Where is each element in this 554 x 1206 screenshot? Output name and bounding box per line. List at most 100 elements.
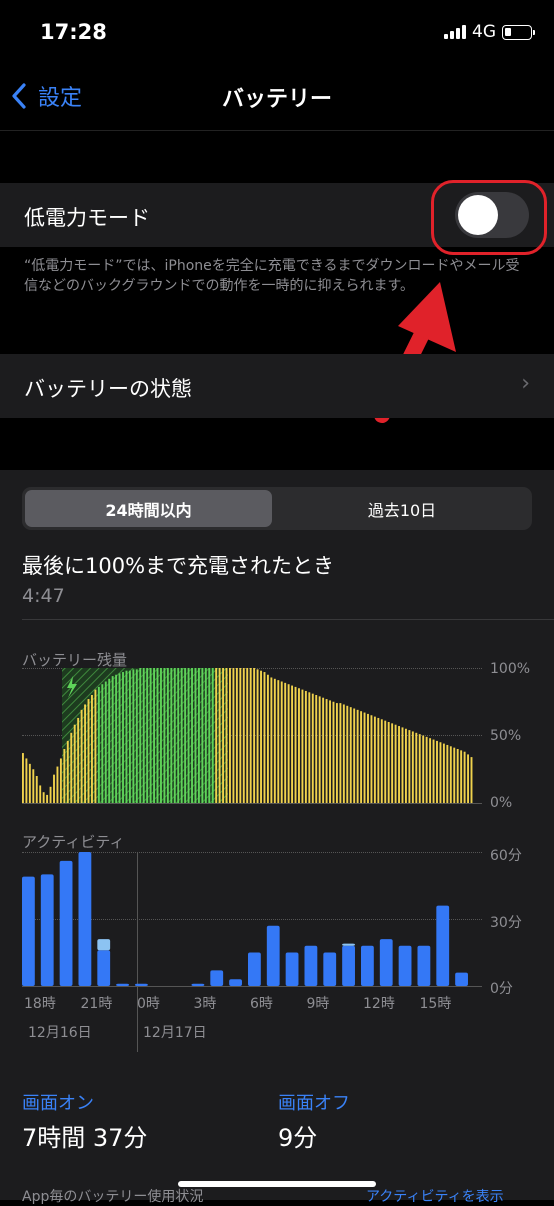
activity-bar-secondary bbox=[342, 943, 355, 946]
battery-bar bbox=[149, 668, 152, 803]
activity-bar bbox=[455, 972, 468, 986]
battery-bar bbox=[204, 668, 207, 803]
activity-bar bbox=[229, 979, 242, 986]
footer-left-label: App毎のバッテリー使用状況 bbox=[22, 1189, 204, 1205]
battery-bar bbox=[201, 668, 204, 803]
low-power-label: 低電力モード bbox=[24, 206, 150, 230]
battery-bar bbox=[59, 758, 62, 803]
page-title: バッテリー bbox=[221, 87, 332, 112]
screen-on-value: 7時間 37分 bbox=[22, 1124, 148, 1152]
battery-bar bbox=[353, 708, 356, 803]
battery-health-label: バッテリーの状態 bbox=[24, 377, 192, 401]
battery-bar bbox=[467, 754, 469, 803]
activity-bar bbox=[40, 874, 54, 986]
activity-bar bbox=[59, 860, 73, 986]
battery-bar bbox=[101, 684, 104, 803]
grid-line-0 bbox=[22, 803, 482, 804]
battery-bar bbox=[394, 724, 397, 803]
last-charge-time: 4:47 bbox=[22, 585, 65, 607]
battery-bar bbox=[329, 700, 331, 803]
period-segmented-control: 24時間以内 過去10日 bbox=[22, 487, 532, 530]
battery-bar bbox=[222, 668, 225, 803]
activity-chart bbox=[22, 852, 468, 986]
activity-bar bbox=[304, 945, 318, 986]
battery-bar bbox=[246, 668, 249, 803]
battery-bar bbox=[73, 724, 76, 803]
activity-bar bbox=[285, 952, 299, 986]
battery-bar bbox=[128, 670, 131, 803]
segment-24h[interactable]: 24時間以内 bbox=[25, 490, 272, 527]
battery-bar bbox=[156, 668, 159, 803]
battery-bar bbox=[160, 668, 162, 803]
show-activity-link[interactable]: アクティビティを表示 bbox=[366, 1186, 504, 1206]
activity-bar bbox=[22, 876, 35, 986]
signal-icon bbox=[444, 25, 466, 39]
battery-bar bbox=[80, 709, 83, 803]
highlight-circle bbox=[431, 180, 547, 255]
battery-bar bbox=[422, 735, 425, 803]
battery-y-100: 100% bbox=[490, 661, 531, 677]
battery-bar bbox=[463, 751, 466, 803]
battery-bar bbox=[249, 668, 252, 803]
battery-bar bbox=[218, 668, 221, 803]
activity-y-30: 30分 bbox=[490, 915, 522, 931]
battery-bar bbox=[260, 670, 262, 803]
activity-bar bbox=[417, 945, 431, 986]
battery-bar bbox=[191, 668, 193, 803]
battery-bar bbox=[280, 681, 283, 803]
battery-bar bbox=[415, 732, 418, 803]
activity-bar bbox=[361, 945, 374, 986]
battery-bar bbox=[173, 668, 176, 803]
screen-off-value: 9分 bbox=[278, 1124, 318, 1152]
battery-bar bbox=[418, 734, 421, 803]
battery-bar bbox=[42, 792, 45, 803]
battery-bar bbox=[91, 695, 93, 803]
battery-bar bbox=[239, 668, 242, 803]
battery-bar bbox=[446, 744, 449, 803]
battery-bar bbox=[53, 774, 55, 803]
chevron-right-icon: › bbox=[521, 371, 530, 396]
battery-bar bbox=[284, 682, 287, 803]
battery-bar bbox=[449, 746, 452, 803]
battery-bar bbox=[118, 673, 121, 803]
battery-bar bbox=[387, 722, 390, 803]
battery-bar bbox=[373, 716, 376, 803]
battery-bar bbox=[184, 668, 187, 803]
battery-bar bbox=[111, 676, 114, 803]
battery-bar bbox=[232, 668, 235, 803]
activity-x-label: 18時 bbox=[24, 996, 56, 1012]
battery-bar bbox=[22, 753, 24, 803]
battery-bar bbox=[66, 740, 69, 803]
activity-bar bbox=[210, 970, 224, 986]
battery-bar bbox=[135, 669, 138, 803]
battery-bar bbox=[177, 668, 180, 803]
battery-bar bbox=[163, 668, 166, 803]
activity-bar bbox=[342, 945, 355, 986]
battery-bar bbox=[28, 763, 31, 803]
battery-bar bbox=[429, 738, 432, 803]
battery-bar bbox=[139, 668, 142, 803]
battery-bar bbox=[97, 686, 100, 803]
activity-x-axis: 18時 21時 0時 3時 6時 9時 12時 15時 bbox=[22, 988, 474, 1012]
battery-bar bbox=[360, 711, 363, 803]
segment-10d[interactable]: 過去10日 bbox=[275, 490, 529, 527]
battery-bar bbox=[242, 668, 245, 803]
battery-bar bbox=[277, 680, 280, 803]
battery-bar bbox=[325, 699, 328, 803]
battery-bar bbox=[294, 686, 297, 803]
battery-bar bbox=[298, 688, 300, 803]
battery-bar bbox=[235, 668, 238, 803]
battery-bar bbox=[77, 717, 80, 803]
battery-bar bbox=[311, 693, 314, 803]
battery-bar bbox=[49, 786, 52, 803]
battery-bar bbox=[194, 668, 197, 803]
battery-health-row[interactable]: バッテリーの状態 › bbox=[0, 354, 554, 418]
battery-bar bbox=[25, 758, 28, 803]
battery-bar bbox=[108, 678, 111, 803]
activity-x-label: 21時 bbox=[80, 996, 113, 1012]
battery-bar bbox=[270, 677, 273, 803]
battery-bar bbox=[104, 681, 107, 803]
activity-x-label: 9時 bbox=[306, 996, 330, 1012]
battery-bar bbox=[439, 742, 442, 803]
battery-bar bbox=[87, 699, 90, 803]
